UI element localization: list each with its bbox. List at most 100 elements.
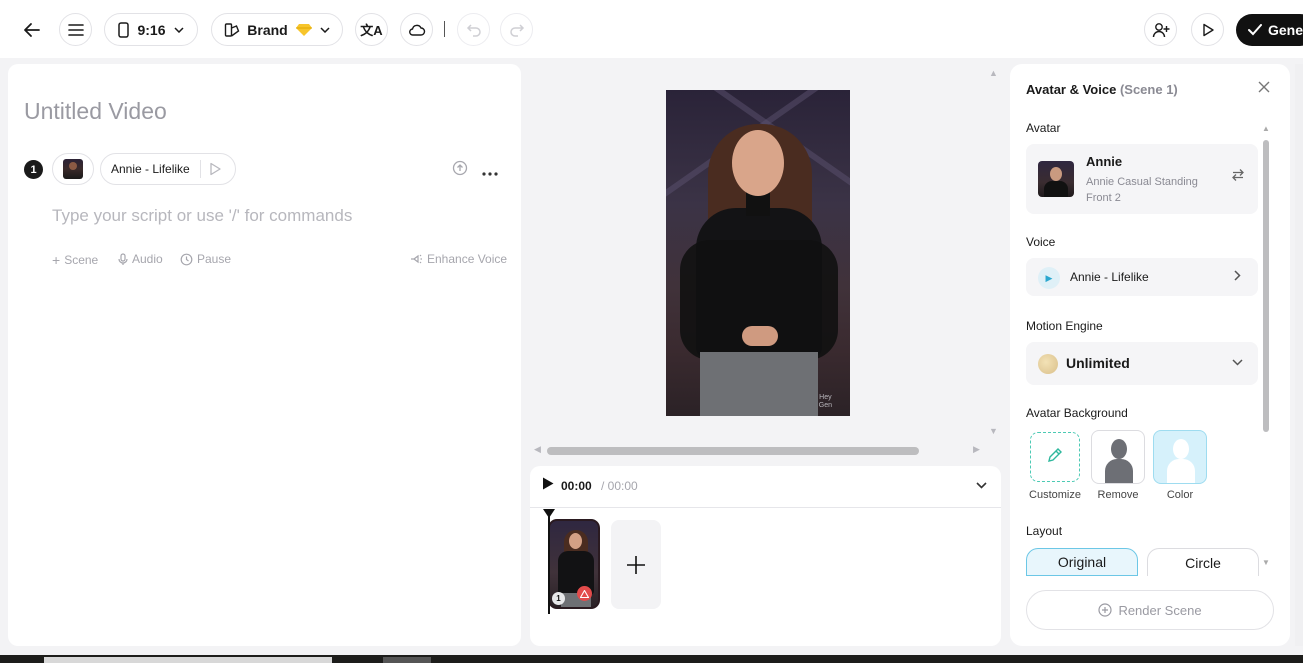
add-scene-tool[interactable]: + Scene xyxy=(52,252,98,268)
chevron-down-icon xyxy=(173,26,184,33)
page-scrollbar[interactable] xyxy=(1295,64,1303,646)
chevron-down-icon xyxy=(1232,354,1243,369)
undo-button[interactable] xyxy=(457,13,490,46)
voice-selector-card[interactable]: ▶ Annie - Lifelike xyxy=(1026,258,1258,296)
edit-pen-icon xyxy=(1048,448,1062,462)
chevron-down-icon xyxy=(320,26,330,33)
heygen-watermark: Hey Gen xyxy=(819,394,832,410)
customize-background-option[interactable] xyxy=(1030,432,1080,482)
brand-label: Brand xyxy=(247,21,288,38)
add-scene-label: Scene xyxy=(64,253,99,267)
cloud-save-button[interactable] xyxy=(400,13,433,46)
avatar-chip[interactable] xyxy=(52,153,94,185)
voice-chip[interactable]: Annie - Lifelike xyxy=(100,153,236,185)
avatar-name: Annie xyxy=(1086,154,1123,169)
scroll-down-arrow[interactable]: ▼ xyxy=(989,426,998,436)
back-button[interactable] xyxy=(15,13,48,46)
os-taskbar xyxy=(0,655,1303,663)
avatar-selector-card[interactable]: Annie Annie Casual Standing Front 2 xyxy=(1026,144,1258,214)
horizontal-scrollbar[interactable] xyxy=(547,447,919,455)
scroll-left-arrow[interactable]: ◀ xyxy=(534,444,541,455)
person-silhouette-icon xyxy=(1167,439,1195,483)
avatar-thumbnail xyxy=(63,159,83,179)
panel-title-text: Avatar & Voice xyxy=(1026,82,1117,97)
scroll-up-arrow[interactable]: ▲ xyxy=(989,68,998,78)
play-icon xyxy=(1202,23,1214,36)
color-label: Color xyxy=(1166,489,1194,501)
microphone-icon xyxy=(118,252,128,265)
layout-circle-option[interactable]: Circle xyxy=(1147,548,1259,576)
plus-icon: + xyxy=(52,252,61,268)
remove-label: Remove xyxy=(1097,489,1139,501)
taskbar-item[interactable] xyxy=(44,657,332,663)
enhance-voice-label: Enhance Voice xyxy=(427,252,508,266)
translate-button[interactable]: 文A xyxy=(355,13,388,46)
hamburger-icon xyxy=(67,23,84,36)
panel-scroll-down-arrow[interactable]: ▼ xyxy=(1262,558,1270,567)
person-silhouette-icon xyxy=(1105,439,1133,483)
render-scene-button[interactable]: Render Scene xyxy=(1026,590,1274,630)
avatar-skirt xyxy=(700,352,818,416)
more-options-icon[interactable] xyxy=(482,163,498,179)
add-user-icon xyxy=(1152,22,1169,37)
avatar-preview-image[interactable]: Hey Gen xyxy=(666,90,850,416)
avatar-voice-panel: Avatar & Voice (Scene 1) ▲ Avatar Annie … xyxy=(1010,64,1290,646)
add-pause-label: Pause xyxy=(197,252,232,266)
swap-avatar-button[interactable] xyxy=(1231,168,1245,185)
total-time: / 00:00 xyxy=(601,479,638,493)
preview-play-button[interactable] xyxy=(1191,13,1224,46)
gem-icon xyxy=(295,23,312,36)
customize-label: Customize xyxy=(1029,489,1081,501)
playhead-line xyxy=(548,510,550,614)
scene-number-badge: 1 xyxy=(24,160,43,179)
brand-dropdown[interactable]: Brand xyxy=(211,13,343,46)
warning-icon xyxy=(577,586,592,601)
plus-icon xyxy=(627,555,645,574)
add-audio-tool[interactable]: Audio xyxy=(118,252,163,266)
clip-number-badge: 1 xyxy=(552,592,565,605)
upload-icon[interactable] xyxy=(452,160,468,179)
menu-button[interactable] xyxy=(59,13,92,46)
add-pause-tool[interactable]: Pause xyxy=(180,252,231,266)
check-icon xyxy=(1248,24,1262,36)
aspect-ratio-dropdown[interactable]: 9:16 xyxy=(104,13,198,46)
enhance-voice-tool[interactable]: Enhance Voice xyxy=(409,252,507,266)
avatar-background-label: Avatar Background xyxy=(1026,406,1128,420)
clip-avatar-face xyxy=(569,533,582,549)
layout-original-option[interactable]: Original xyxy=(1026,548,1138,576)
toolbar-divider xyxy=(444,21,445,37)
timeline-play-button[interactable] xyxy=(542,477,554,493)
script-input[interactable]: Type your script or use '/' for commands xyxy=(52,206,352,226)
avatar-card-thumbnail xyxy=(1038,161,1074,197)
render-icon xyxy=(1098,603,1113,617)
avatar-face xyxy=(732,130,784,196)
remove-background-option[interactable] xyxy=(1091,430,1145,484)
phone-icon xyxy=(118,21,130,38)
video-title[interactable]: Untitled Video xyxy=(24,98,167,125)
panel-scroll-up-arrow[interactable]: ▲ xyxy=(1262,124,1270,133)
voice-play-icon[interactable]: ▶ xyxy=(1038,267,1060,289)
avatar-hands xyxy=(742,326,778,346)
color-background-option[interactable] xyxy=(1153,430,1207,484)
scroll-right-arrow[interactable]: ▶ xyxy=(973,444,980,455)
generate-label: Gene xyxy=(1268,22,1303,38)
add-audio-label: Audio xyxy=(132,252,163,266)
collapse-timeline-button[interactable] xyxy=(976,478,987,492)
taskbar-item[interactable] xyxy=(383,657,431,663)
watermark-text: Hey xyxy=(819,394,832,401)
close-panel-button[interactable] xyxy=(1258,80,1270,98)
swap-icon xyxy=(1232,169,1244,181)
avatar-description: Annie Casual Standing Front 2 xyxy=(1086,176,1198,204)
add-scene-button[interactable] xyxy=(611,520,661,609)
voice-chip-label: Annie - Lifelike xyxy=(111,162,190,176)
generate-button[interactable]: Gene xyxy=(1236,14,1303,46)
panel-title: Avatar & Voice (Scene 1) xyxy=(1026,82,1178,97)
share-button[interactable] xyxy=(1144,13,1177,46)
layout-section-label: Layout xyxy=(1026,524,1063,538)
motion-engine-icon xyxy=(1038,354,1058,374)
panel-scrollbar[interactable] xyxy=(1263,140,1269,432)
redo-button[interactable] xyxy=(500,13,533,46)
play-icon[interactable] xyxy=(209,162,221,176)
voice-name: Annie - Lifelike xyxy=(1070,270,1149,284)
motion-engine-dropdown[interactable]: Unlimited xyxy=(1026,342,1258,385)
